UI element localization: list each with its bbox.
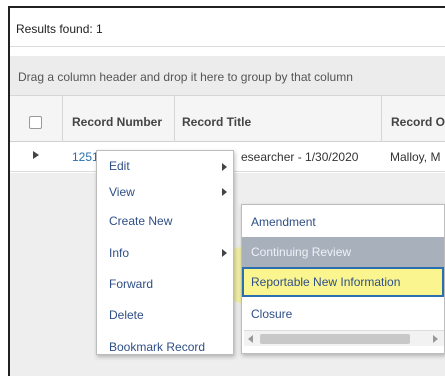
submenu-item-amendment[interactable]: Amendment bbox=[242, 207, 444, 237]
create-new-submenu: Amendment Continuing Review Reportable N… bbox=[241, 204, 445, 354]
results-count: Results found: 1 bbox=[16, 22, 103, 36]
column-header-record-title[interactable]: Record Title bbox=[175, 96, 382, 142]
grid-header: Record Number Record Title Record O bbox=[10, 96, 445, 142]
group-drop-hint: Drag a column header and drop it here to… bbox=[18, 70, 353, 84]
context-menu-item-forward[interactable]: Forward bbox=[109, 277, 233, 291]
submenu-item-closure[interactable]: Closure bbox=[242, 299, 444, 329]
select-all-checkbox[interactable] bbox=[29, 116, 42, 129]
submenu-item-continuing-review[interactable]: Continuing Review bbox=[242, 237, 444, 267]
menu-item-label: Bookmark Record bbox=[109, 340, 206, 354]
group-drop-zone[interactable]: Drag a column header and drop it here to… bbox=[10, 56, 445, 96]
submenu-arrow-icon bbox=[222, 188, 227, 196]
menu-item-label: Info bbox=[109, 246, 130, 260]
menu-item-label: Reportable New Information bbox=[251, 275, 401, 289]
context-menu-item-edit[interactable]: Edit bbox=[109, 159, 233, 173]
scroll-right-icon[interactable] bbox=[433, 335, 438, 343]
record-title-cell: esearcher - 1/30/2020 bbox=[241, 150, 359, 164]
menu-item-label: Continuing Review bbox=[251, 245, 352, 259]
context-menu-item-view[interactable]: View bbox=[109, 185, 233, 199]
menu-item-label: Forward bbox=[109, 277, 154, 291]
column-header-label: Record O bbox=[391, 115, 445, 129]
scrollbar-thumb[interactable] bbox=[260, 334, 410, 344]
column-header-record-number[interactable]: Record Number bbox=[63, 96, 175, 142]
menu-item-label: Edit bbox=[109, 159, 130, 173]
column-header-label: Record Number bbox=[72, 115, 163, 129]
menu-item-label: View bbox=[109, 185, 135, 199]
record-owner-cell: Malloy, M bbox=[390, 150, 441, 164]
context-menu: Edit View Create New Info Forward Delete… bbox=[96, 150, 234, 355]
select-all-column bbox=[10, 96, 63, 142]
context-menu-item-create-new[interactable]: Create New bbox=[109, 214, 233, 228]
menu-item-label: Closure bbox=[251, 307, 293, 321]
context-menu-item-info[interactable]: Info bbox=[109, 246, 233, 260]
submenu-arrow-icon bbox=[222, 163, 227, 171]
menu-item-label: Delete bbox=[109, 308, 144, 322]
expand-row-icon[interactable] bbox=[33, 151, 39, 159]
divider bbox=[10, 46, 445, 47]
menu-item-label: Create New bbox=[109, 214, 173, 228]
submenu-item-reportable-new-information[interactable]: Reportable New Information bbox=[242, 267, 444, 297]
column-header-label: Record Title bbox=[182, 115, 252, 129]
context-menu-item-delete[interactable]: Delete bbox=[109, 308, 233, 322]
submenu-arrow-icon bbox=[222, 249, 227, 257]
horizontal-scrollbar[interactable] bbox=[244, 330, 444, 346]
menu-item-label: Amendment bbox=[251, 215, 316, 229]
context-menu-item-bookmark-record[interactable]: Bookmark Record bbox=[109, 340, 233, 354]
scroll-left-icon[interactable] bbox=[248, 335, 253, 343]
column-header-record-owner[interactable]: Record O bbox=[382, 96, 445, 142]
